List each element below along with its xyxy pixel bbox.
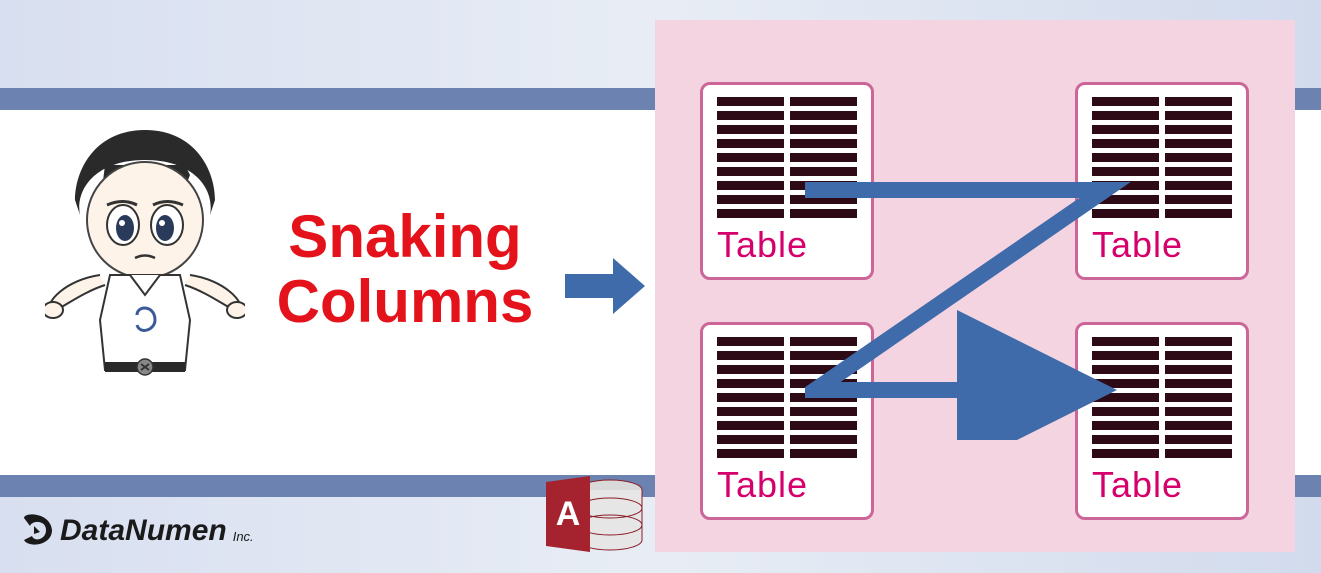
table-label: Table xyxy=(1092,224,1232,266)
table-label: Table xyxy=(1092,464,1232,506)
title-line-1: Snaking xyxy=(288,203,521,270)
table-icon-bottom-left: Table xyxy=(700,322,874,520)
table-label: Table xyxy=(717,464,857,506)
logo-company-name: DataNumen xyxy=(60,514,227,548)
datanumen-mascot-icon xyxy=(45,120,245,380)
diagram-title: Snaking Columns xyxy=(260,205,550,335)
datanumen-logo-icon xyxy=(18,512,56,550)
table-icon-top-left: Table xyxy=(700,82,874,280)
arrow-right-icon xyxy=(565,258,645,314)
table-icon-top-right: Table xyxy=(1075,82,1249,280)
datanumen-logo: DataNumen Inc. xyxy=(18,512,254,550)
logo-company-suffix: Inc. xyxy=(233,529,254,544)
table-label: Table xyxy=(717,224,857,266)
diagram-pink-panel: Table Table Table xyxy=(655,20,1295,552)
title-line-2: Columns xyxy=(277,268,534,335)
svg-text:A: A xyxy=(556,495,581,533)
ms-access-icon: A xyxy=(538,470,648,560)
table-icon-bottom-right: Table xyxy=(1075,322,1249,520)
